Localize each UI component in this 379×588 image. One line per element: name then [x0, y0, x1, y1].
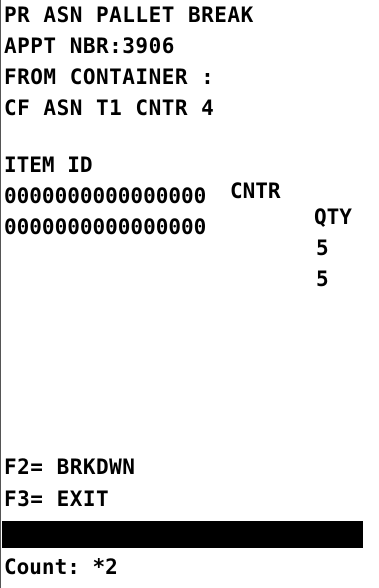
terminal-screen: PR ASN PALLET BREAK APPT NBR:3906 FROM C…	[0, 0, 379, 588]
container-value: CF ASN T1 CNTR 4	[4, 96, 215, 120]
count-status: Count: *2	[4, 555, 118, 579]
screen-title: PR ASN PALLET BREAK	[4, 3, 254, 27]
from-container-label: FROM CONTAINER :	[4, 65, 215, 89]
item-id-cell: 0000000000000000	[4, 215, 207, 239]
qty-cell: 5	[316, 267, 329, 291]
appointment-number: APPT NBR:3906	[4, 34, 175, 58]
f2-breakdown-key[interactable]: F2= BRKDWN	[4, 454, 135, 480]
table-header: ITEM ID CNTR QTY	[4, 126, 374, 229]
qty-cell: 5	[316, 236, 329, 260]
table-row[interactable]: 0000000000000000 5	[4, 188, 374, 291]
command-input-field[interactable]	[2, 521, 363, 548]
f3-exit-key[interactable]: F3= EXIT	[4, 486, 109, 512]
table-row[interactable]: 0000000000000000 5	[4, 157, 374, 260]
